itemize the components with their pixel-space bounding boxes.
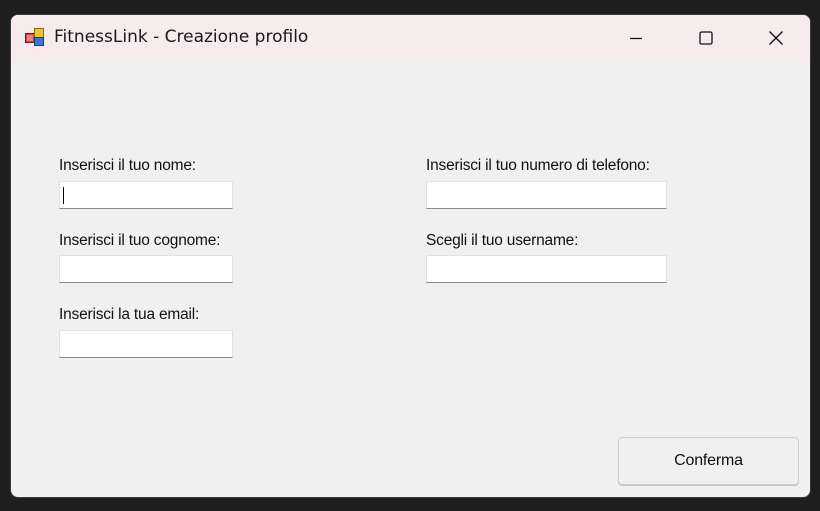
minimize-icon xyxy=(630,37,642,40)
telefono-input[interactable] xyxy=(426,181,667,209)
maximize-icon xyxy=(699,31,713,45)
minimize-button[interactable] xyxy=(601,15,671,61)
maximize-button[interactable] xyxy=(671,15,741,61)
app-icon xyxy=(25,28,44,46)
window-title: FitnessLink - Creazione profilo xyxy=(54,27,309,47)
email-input[interactable] xyxy=(59,330,233,358)
text-caret xyxy=(63,187,64,204)
label-username: Scegli il tuo username: xyxy=(426,232,579,249)
label-telefono: Inserisci il tuo numero di telefono: xyxy=(426,157,650,174)
confirm-button[interactable]: Conferma xyxy=(618,437,799,485)
title-bar[interactable]: FitnessLink - Creazione profilo xyxy=(11,15,810,61)
label-cognome: Inserisci il tuo cognome: xyxy=(59,232,221,249)
label-nome: Inserisci il tuo nome: xyxy=(59,157,196,174)
nome-input[interactable] xyxy=(59,181,233,209)
app-window: FitnessLink - Creazione profilo Inserisc… xyxy=(10,14,811,498)
label-email: Inserisci la tua email: xyxy=(59,306,200,323)
close-button[interactable] xyxy=(741,15,810,61)
username-input[interactable] xyxy=(426,255,667,283)
cognome-input[interactable] xyxy=(59,255,233,283)
close-icon xyxy=(769,31,783,45)
